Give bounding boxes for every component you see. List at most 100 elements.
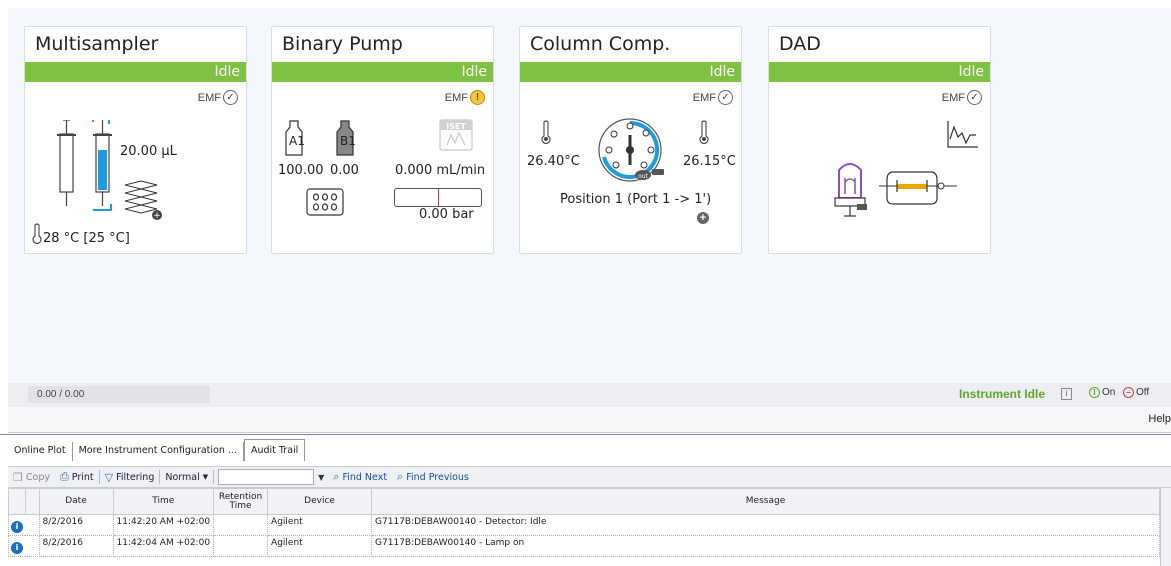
emf-label: EMF <box>692 91 716 104</box>
print-label: Print <box>71 471 94 483</box>
column-header-time[interactable]: Time <box>112 488 215 515</box>
row-icon-cell: i <box>8 514 25 536</box>
module-title: DAD <box>779 33 821 55</box>
search-input[interactable] <box>218 469 315 485</box>
emf-indicator[interactable]: EMF ✓ <box>693 90 733 105</box>
module-status: Idle <box>272 62 493 82</box>
emf-ok-icon: ✓ <box>223 90 238 105</box>
lamp-icon <box>834 163 867 217</box>
column-header-message[interactable]: Message <box>371 488 1160 515</box>
valve-position: Position 1 (Port 1 -> 1') <box>560 192 712 207</box>
power-off-label: Off <box>1136 387 1150 398</box>
table-cell-retention-time <box>213 514 269 536</box>
find-next-icon: ⌕ <box>333 470 340 483</box>
table-row[interactable]: i 8/2/2016 11:42:20 AM +02:00 Agilent G7… <box>8 514 1160 536</box>
module-column-comp[interactable]: Column Comp. Idle EMF ✓ 26.40°C 26.15°C <box>519 26 742 254</box>
find-previous-label: Find Previous <box>406 471 469 483</box>
help-bar: Help <box>8 407 1171 433</box>
normal-dropdown[interactable]: Normal ▼ <box>160 472 213 483</box>
module-status: Idle <box>769 62 990 82</box>
toolbar-separator <box>213 470 215 484</box>
bottle-b-label: B1 <box>340 134 356 148</box>
run-progress: 0.00 / 0.00 <box>28 386 210 403</box>
pump-pressure: 0.00 bar <box>419 207 474 222</box>
info-icon[interactable]: i <box>1061 388 1072 400</box>
pressure-gauge <box>394 188 482 207</box>
module-status: Idle <box>520 62 741 82</box>
power-on-label: On <box>1102 387 1116 398</box>
emf-indicator[interactable]: EMF ✓ <box>198 90 238 105</box>
tab-strip: Online Plot More Instrument Configuratio… <box>8 439 306 464</box>
table-row[interactable]: i 8/2/2016 11:42:04 AM +02:00 Agilent G7… <box>8 535 1160 557</box>
emf-ok-icon: ✓ <box>718 90 733 105</box>
iset-icon: ISET <box>439 119 473 151</box>
filter-icon: ▽ <box>104 470 114 484</box>
iset-label: ISET <box>446 122 466 131</box>
column-header-date[interactable]: Date <box>38 488 114 515</box>
print-button[interactable]: ⎙ Print <box>55 470 99 484</box>
sample-trays-icon: + <box>124 180 162 221</box>
help-link[interactable]: Help <box>1148 413 1171 425</box>
audit-toolbar: ❐ Copy ⎙ Print ▽ Filtering Normal ▼ ▼ ⌕ … <box>8 466 1171 488</box>
table-cell-retention-time <box>213 535 269 557</box>
tab-audit-trail[interactable]: Audit Trail <box>243 439 306 461</box>
solvent-a-percent: 100.00 <box>278 163 324 178</box>
module-multisampler[interactable]: Multisampler Idle EMF ✓ 20.00 µL + 28 °C… <box>24 26 247 254</box>
module-binary-pump[interactable]: Binary Pump Idle EMF ! A1 B1 100.00 0.00… <box>271 26 494 254</box>
module-title: Binary Pump <box>282 33 403 55</box>
find-previous-button[interactable]: ⌕ Find Previous <box>392 470 474 484</box>
info-icon: i <box>11 521 23 533</box>
copy-label: Copy <box>25 471 50 483</box>
print-icon: ⎙ <box>59 470 69 483</box>
info-icon: i <box>11 542 23 554</box>
emf-indicator[interactable]: EMF ! <box>445 90 485 105</box>
sampler-volume: 20.00 µL <box>120 144 177 159</box>
emf-ok-icon: ✓ <box>967 90 982 105</box>
instrument-status: Instrument Idle <box>959 387 1046 401</box>
table-header-row: Date Time Retention Time Device Message <box>8 488 1160 515</box>
table-cell-device: Agilent <box>267 514 373 536</box>
find-next-button[interactable]: ⌕ Find Next <box>328 470 392 484</box>
column-header-blank <box>24 488 40 515</box>
column-header-device[interactable]: Device <box>267 488 373 515</box>
emf-indicator[interactable]: EMF ✓ <box>942 90 982 105</box>
copy-icon: ❐ <box>13 470 23 484</box>
audit-trail-table: Date Time Retention Time Device Message … <box>8 488 1160 557</box>
tab-more-instrument-configuration[interactable]: More Instrument Configuration ... <box>73 442 244 461</box>
column-header-icon <box>8 488 26 515</box>
power-on-button[interactable]: I On <box>1089 387 1115 398</box>
pressure-marker <box>438 189 439 206</box>
filtering-button[interactable]: ▽ Filtering <box>100 471 160 484</box>
column-temp-right: 26.15°C <box>683 154 736 169</box>
valve-icon[interactable]: out <box>595 117 665 183</box>
row-icon-cell: i <box>8 535 25 557</box>
module-dad[interactable]: DAD Idle EMF ✓ <box>768 26 991 254</box>
emf-warning-icon: ! <box>470 90 485 105</box>
table-cell-message: G7117B:DEBAW00140 - Lamp on <box>371 535 1160 557</box>
bottle-a-label: A1 <box>289 134 305 148</box>
column-temp-left: 26.40°C <box>527 154 580 169</box>
copy-button[interactable]: ❐ Copy <box>8 471 55 484</box>
emf-label: EMF <box>941 91 965 104</box>
add-icon[interactable]: + <box>697 212 709 224</box>
degasser-icon <box>306 188 344 216</box>
lower-panel: Online Plot More Instrument Configuratio… <box>0 434 1171 566</box>
normal-label: Normal <box>165 471 200 483</box>
module-status: Idle <box>25 62 246 82</box>
vertical-scrollbar[interactable] <box>1160 488 1171 566</box>
thermometer-left-icon <box>541 120 551 144</box>
find-previous-icon: ⌕ <box>397 470 404 483</box>
tab-online-plot[interactable]: Online Plot <box>8 442 73 461</box>
column-header-retention-time[interactable]: Retention Time <box>213 488 269 515</box>
power-off-button[interactable]: − Off <box>1123 387 1149 398</box>
table-cell-time: 11:42:04 AM +02:00 <box>112 535 215 557</box>
emf-label: EMF <box>444 91 468 104</box>
chevron-down-icon[interactable]: ▼ <box>318 473 324 482</box>
power-on-icon: I <box>1089 387 1100 398</box>
instrument-dashboard: Multisampler Idle EMF ✓ 20.00 µL + 28 °C… <box>8 8 1171 383</box>
pump-flow: 0.000 mL/min <box>395 163 486 178</box>
spectrum-plot-icon[interactable] <box>946 119 980 149</box>
chevron-down-icon: ▼ <box>202 473 209 481</box>
status-bar: 0.00 / 0.00 Instrument Idle i I On − Off <box>8 383 1171 407</box>
solvent-b-percent: 0.00 <box>330 163 359 178</box>
